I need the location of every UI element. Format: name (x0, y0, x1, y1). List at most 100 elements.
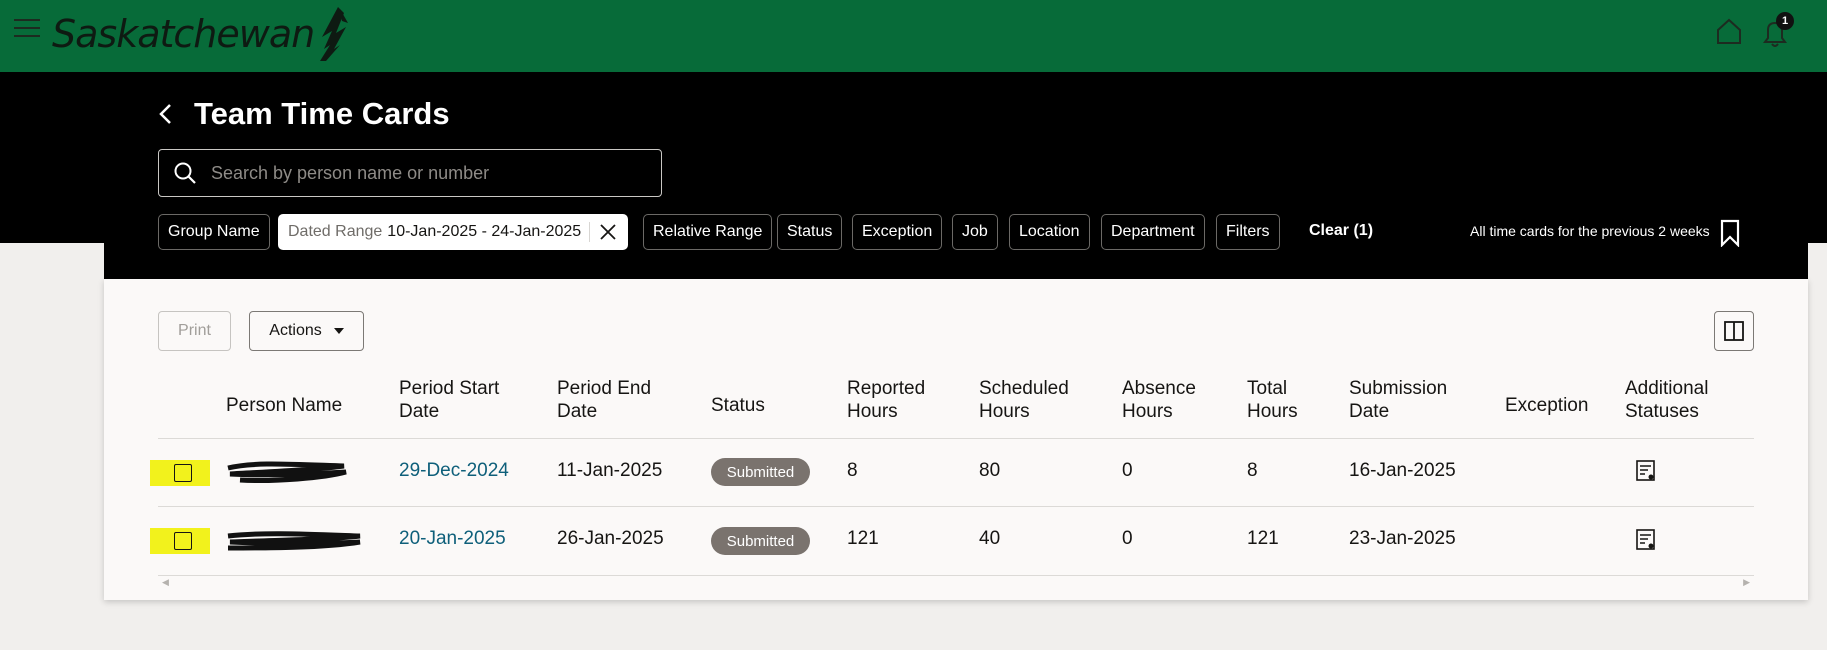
split-panel-icon (1724, 321, 1744, 341)
col-absence-hours[interactable]: Absence Hours (1122, 377, 1196, 423)
col-scheduled-hours[interactable]: Scheduled Hours (979, 377, 1069, 423)
total-hours: 121 (1247, 528, 1279, 549)
caret-down-icon (333, 328, 344, 334)
chip-label: Relative Range (653, 223, 763, 240)
brand-name: Saskatchewan (52, 12, 315, 56)
redacted-person-name (227, 461, 347, 484)
filter-group-name[interactable]: Group Name (158, 214, 270, 250)
chip-label: Filters (1226, 223, 1270, 240)
reported-hours: 8 (847, 460, 858, 481)
chip-label: Status (787, 223, 833, 240)
col-label: Statuses (1625, 401, 1699, 422)
col-label: Hours (847, 401, 898, 422)
col-exception[interactable]: Exception (1505, 394, 1588, 417)
filter-job[interactable]: Job (952, 214, 998, 250)
scroll-left-icon[interactable]: ◀ (162, 577, 169, 588)
row-divider (158, 506, 1754, 507)
col-person-name[interactable]: Person Name (226, 394, 342, 417)
col-label: Absence (1122, 378, 1196, 399)
saved-search-label[interactable]: All time cards for the previous 2 weeks (1470, 223, 1710, 239)
col-label: Hours (1247, 401, 1298, 422)
col-label: Additional (1625, 378, 1709, 399)
period-start-link[interactable]: 20-Jan-2025 (399, 528, 506, 550)
scroll-right-icon[interactable]: ▶ (1743, 577, 1750, 588)
col-label: Status (711, 395, 765, 416)
close-icon[interactable] (589, 222, 618, 242)
redacted-person-name (227, 531, 361, 551)
filter-exception[interactable]: Exception (852, 214, 943, 250)
chip-label: Location (1019, 223, 1080, 240)
status-badge: Submitted (711, 527, 810, 555)
col-label: Hours (1122, 401, 1173, 422)
absence-hours: 0 (1122, 460, 1133, 481)
col-label: Date (557, 401, 598, 422)
col-label: Exception (1505, 395, 1589, 416)
filter-relative-range[interactable]: Relative Range (643, 214, 773, 250)
col-label: Date (1349, 401, 1390, 422)
filter-department[interactable]: Department (1101, 214, 1205, 250)
period-end: 11-Jan-2025 (557, 460, 663, 481)
col-total-hours[interactable]: Total Hours (1247, 377, 1298, 423)
submission-date: 23-Jan-2025 (1349, 528, 1456, 549)
status-badge: Submitted (711, 458, 810, 486)
search-icon (174, 162, 196, 184)
col-period-start[interactable]: Period Start Date (399, 377, 499, 423)
search-input[interactable] (211, 162, 641, 184)
col-reported-hours[interactable]: Reported Hours (847, 377, 925, 423)
col-label: Period End (557, 378, 652, 399)
status-details-icon[interactable] (1634, 459, 1658, 483)
hamburger-icon[interactable] (14, 19, 40, 41)
filter-location[interactable]: Location (1009, 214, 1090, 250)
chip-label: Group Name (168, 223, 260, 240)
split-panel-button[interactable] (1714, 311, 1754, 351)
notifications-button[interactable]: 1 (1760, 12, 1796, 48)
scheduled-hours: 80 (979, 460, 1001, 481)
col-submission-date[interactable]: Submission Date (1349, 377, 1447, 423)
actions-menu-button[interactable]: Actions (249, 311, 364, 351)
notification-badge: 1 (1776, 12, 1794, 30)
col-label: Submission (1349, 378, 1448, 399)
print-button[interactable]: Print (158, 311, 231, 351)
row-select-checkbox[interactable] (174, 532, 192, 550)
col-label: Reported (847, 378, 926, 399)
submission-date: 16-Jan-2025 (1349, 460, 1456, 481)
col-period-end[interactable]: Period End Date (557, 377, 651, 423)
col-label: Person Name (226, 395, 343, 416)
total-hours: 8 (1247, 460, 1258, 481)
header-divider (158, 438, 1754, 439)
chip-label: Job (962, 223, 988, 240)
row-select-checkbox[interactable] (174, 464, 192, 482)
status-details-icon[interactable] (1634, 528, 1658, 552)
filter-more-filters[interactable]: Filters (1216, 214, 1280, 250)
col-status[interactable]: Status (711, 394, 765, 417)
scheduled-hours: 40 (979, 528, 1001, 549)
chip-key: Dated Range (288, 223, 383, 240)
chip-label: Department (1111, 223, 1195, 240)
page-title: Team Time Cards (194, 96, 450, 131)
period-start-link[interactable]: 29-Dec-2024 (399, 460, 509, 482)
col-label: Scheduled (979, 378, 1069, 399)
col-label: Hours (979, 401, 1030, 422)
reported-hours: 121 (847, 528, 879, 549)
back-chevron-icon[interactable] (154, 100, 178, 128)
brand[interactable]: Saskatchewan (52, 6, 350, 62)
col-label: Period Start (399, 378, 500, 399)
bookmark-icon[interactable] (1718, 219, 1742, 247)
print-label: Print (178, 322, 211, 339)
period-end: 26-Jan-2025 (557, 528, 664, 549)
filter-status[interactable]: Status (777, 214, 843, 250)
search-field[interactable] (158, 149, 662, 197)
clear-filters-link[interactable]: Clear (1) (1309, 222, 1373, 240)
chip-label: Exception (862, 223, 933, 240)
filter-dated-range[interactable]: Dated Range 10-Jan-2025 - 24-Jan-2025 (278, 214, 629, 250)
col-additional-statuses[interactable]: Additional Statuses (1625, 377, 1708, 423)
home-icon[interactable] (1714, 16, 1744, 46)
top-bar: Saskatchewan 1 (0, 0, 1827, 72)
col-label: Total (1247, 378, 1288, 399)
actions-label: Actions (269, 322, 322, 339)
row-divider (158, 575, 1754, 576)
absence-hours: 0 (1122, 528, 1133, 549)
col-label: Date (399, 401, 440, 422)
horizontal-scrollbar[interactable]: ◀ ▶ (158, 577, 1754, 587)
saskatchewan-logo (320, 7, 349, 61)
